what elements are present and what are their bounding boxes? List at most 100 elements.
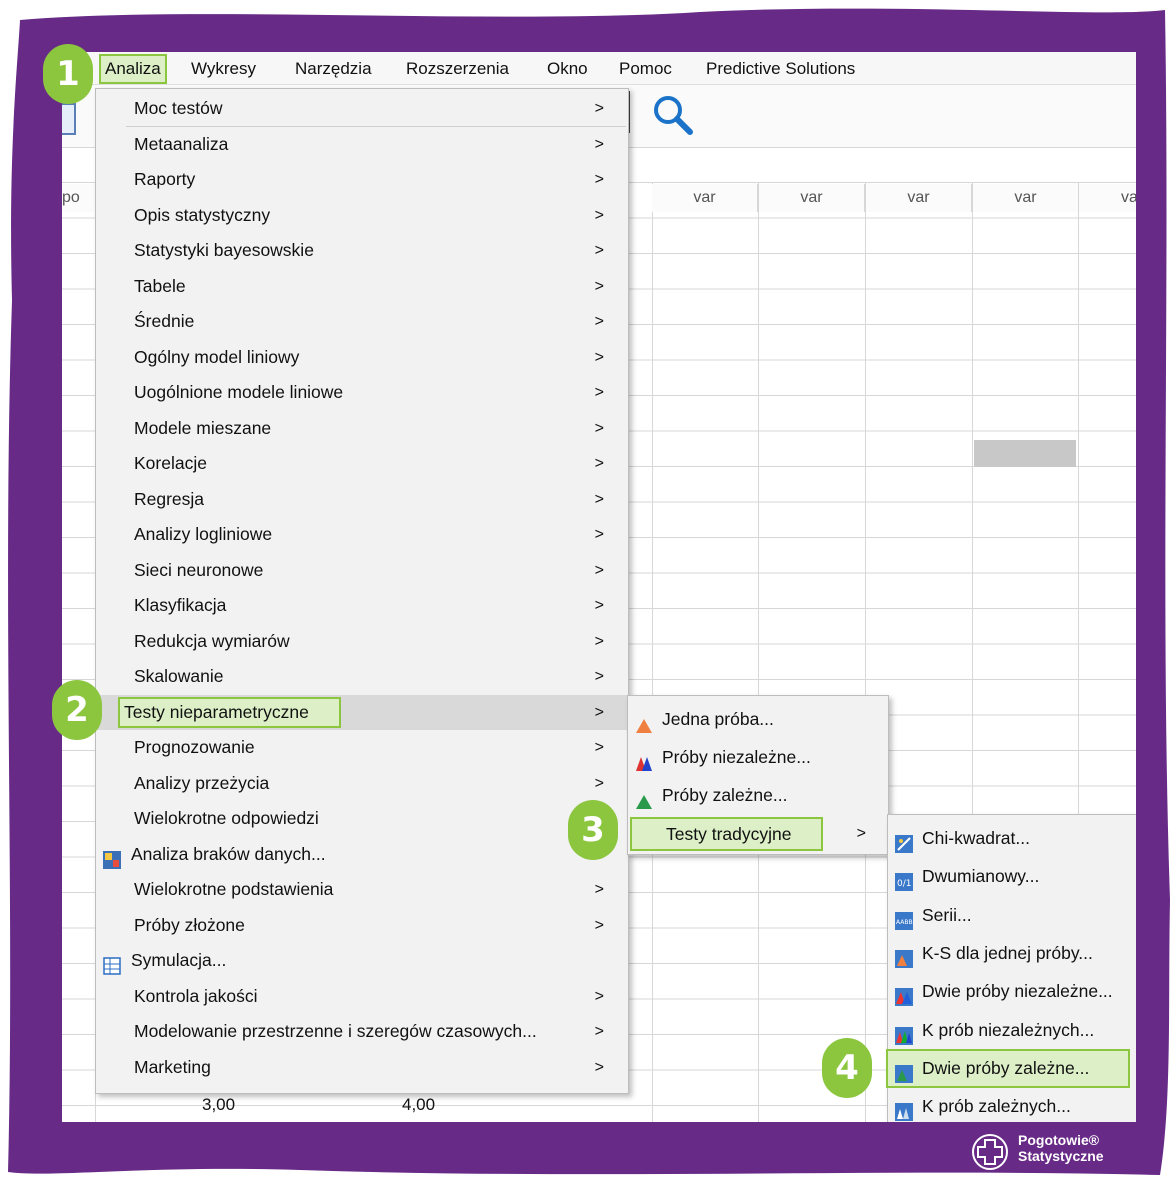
submenu-item-label: Próby niezależne... bbox=[662, 747, 811, 767]
menu-item-metaanaliza[interactable]: Metaanaliza > bbox=[96, 127, 628, 162]
menu-item-label: Sieci neuronowe bbox=[134, 559, 264, 580]
menu-item-sieci-neuronowe[interactable]: Sieci neuronowe > bbox=[96, 553, 628, 588]
submenu-item-k-prob-zaleznych[interactable]: K prób zależnych... bbox=[888, 1089, 1136, 1122]
chevron-right-icon: > bbox=[594, 384, 604, 401]
testy-nieparametryczne-submenu: Jedna próba... Próby niezależne... Próby z… bbox=[627, 695, 889, 855]
selected-cell[interactable] bbox=[974, 440, 1076, 467]
svg-text:0/1: 0/1 bbox=[897, 879, 911, 889]
menu-item-wielokrotne-odpowiedzi[interactable]: Wielokrotne odpowiedzi bbox=[96, 801, 628, 836]
menu-item-korelacje[interactable]: Korelacje > bbox=[96, 446, 628, 481]
step-badge-4: 4 bbox=[822, 1038, 872, 1098]
submenu-item-label: K-S dla jednej próby... bbox=[922, 942, 1093, 963]
menu-item-analizy-logliniowe[interactable]: Analizy logliniowe > bbox=[96, 517, 628, 552]
menu-item-klasyfikacja[interactable]: Klasyfikacja > bbox=[96, 588, 628, 623]
menu-item-statystyki-bayesowskie[interactable]: Statystyki bayesowskie > bbox=[96, 233, 628, 268]
menu-item-label: Próby złożone bbox=[134, 914, 245, 935]
submenu-item-label: K prób zależnych... bbox=[922, 1096, 1071, 1117]
chevron-right-icon: > bbox=[594, 774, 604, 792]
spss-window: po var var var var va 3,00 4,00 Analiza … bbox=[62, 52, 1136, 1122]
menu-item-label: Klasyfikacja bbox=[134, 595, 227, 615]
submenu-item-label: Dwie próby zależne... bbox=[922, 1057, 1090, 1078]
submenu-item-k-s-dla-jednej-proby[interactable]: K-S dla jednej próby... bbox=[888, 936, 1136, 971]
chevron-right-icon: > bbox=[856, 825, 866, 842]
data-file-icon[interactable] bbox=[62, 103, 76, 135]
menu-item-skalowanie[interactable]: Skalowanie > bbox=[96, 659, 628, 694]
menu-item-label: Modele mieszane bbox=[134, 417, 272, 438]
menu-item-label: Kontrola jakości bbox=[134, 985, 258, 1006]
chevron-right-icon: > bbox=[594, 348, 604, 366]
menu-item-label: Symulacja... bbox=[131, 950, 227, 970]
chevron-right-icon: > bbox=[594, 526, 604, 543]
menu-item-moc-testow[interactable]: Moc testów > bbox=[96, 91, 628, 126]
menu-item-marketing[interactable]: Marketing > bbox=[96, 1050, 628, 1085]
column-header-var[interactable]: var bbox=[759, 184, 865, 212]
column-header-var[interactable]: var bbox=[866, 184, 972, 212]
menu-item-kontrola-jakosci[interactable]: Kontrola jakości > bbox=[96, 979, 628, 1014]
menu-item-prognozowanie[interactable]: Prognozowanie > bbox=[96, 730, 628, 765]
menu-item-redukcja-wymiarow[interactable]: Redukcja wymiarów > bbox=[96, 624, 628, 659]
chevron-right-icon: > bbox=[594, 277, 604, 295]
chevron-right-icon: > bbox=[594, 1058, 604, 1076]
step-badge-2: 2 bbox=[52, 680, 102, 740]
menu-item-tabele[interactable]: Tabele > bbox=[96, 269, 628, 304]
menu-item-wielokrotne-podstawienia[interactable]: Wielokrotne podstawienia > bbox=[96, 872, 628, 907]
menu-item-srednie[interactable]: Średnie > bbox=[96, 304, 628, 339]
submenu-item-label: Dwumianowy... bbox=[922, 866, 1040, 887]
menu-item-ogolny-model-liniowy[interactable]: Ogólny model liniowy > bbox=[96, 340, 628, 375]
menu-item-proby-zlozone[interactable]: Próby złożone > bbox=[96, 908, 628, 943]
menu-analiza[interactable]: Analiza bbox=[99, 54, 167, 84]
brand-line2: Statystyczne bbox=[1018, 1148, 1104, 1164]
menu-predictive-solutions[interactable]: Predictive Solutions bbox=[702, 58, 859, 80]
search-icon[interactable] bbox=[650, 93, 700, 137]
chevron-right-icon: > bbox=[594, 490, 604, 508]
menu-item-analiza-brakow-danych[interactable]: Analiza braków danych... bbox=[96, 837, 628, 872]
runs-icon: AABB bbox=[895, 907, 913, 930]
menu-item-regresja[interactable]: Regresja > bbox=[96, 482, 628, 517]
column-header-var[interactable]: var bbox=[973, 184, 1079, 212]
menu-wykresy[interactable]: Wykresy bbox=[187, 58, 260, 80]
menu-pomoc[interactable]: Pomoc bbox=[615, 58, 676, 80]
submenu-item-dwie-proby-zalezne[interactable]: Dwie próby zależne... bbox=[886, 1048, 1130, 1088]
column-header-var[interactable]: var bbox=[652, 184, 758, 212]
chevron-right-icon: > bbox=[594, 739, 604, 756]
column-header-var[interactable]: va bbox=[1079, 184, 1136, 212]
chevron-right-icon: > bbox=[594, 1023, 604, 1040]
menu-item-label: Analizy logliniowe bbox=[134, 524, 273, 544]
submenu-item-serii[interactable]: AABB Serii... bbox=[888, 898, 1136, 933]
chevron-right-icon: > bbox=[594, 100, 604, 117]
chevron-right-icon: > bbox=[594, 632, 604, 650]
cell-value[interactable]: 3,00 bbox=[202, 1095, 235, 1115]
chevron-right-icon: > bbox=[594, 242, 604, 259]
menu-item-opis-statystyczny[interactable]: Opis statystyczny > bbox=[96, 198, 628, 233]
menu-item-symulacja[interactable]: Symulacja... bbox=[96, 943, 628, 978]
menu-item-label: Prognozowanie bbox=[134, 737, 255, 757]
submenu-item-jedna-proba[interactable]: Jedna próba... bbox=[628, 702, 888, 737]
menu-item-modelowanie-przestrzenne-i-szeregow-czasowych[interactable]: Modelowanie przestrzenne i szeregów czas… bbox=[96, 1014, 628, 1049]
k-related-icon bbox=[895, 1098, 913, 1122]
submenu-item-testy-tradycyjne[interactable]: Testy tradycyjne > bbox=[628, 816, 888, 851]
cell-value[interactable]: 4,00 bbox=[402, 1095, 435, 1115]
submenu-item-proby-niezalezne[interactable]: Próby niezależne... bbox=[628, 740, 888, 775]
chevron-right-icon: > bbox=[594, 881, 604, 898]
menu-item-label: Regresja bbox=[134, 488, 205, 509]
menu-narzedzia[interactable]: Narzędzia bbox=[291, 58, 376, 80]
submenu-item-label: K prób niezależnych... bbox=[922, 1019, 1095, 1040]
submenu-item-chi-kwadrat[interactable]: Chi-kwadrat... bbox=[888, 821, 1136, 856]
menu-item-label: Ogólny model liniowy bbox=[134, 346, 300, 367]
menu-item-testy-nieparametryczne[interactable]: Testy nieparametryczne > bbox=[96, 694, 628, 730]
submenu-item-proby-zalezne[interactable]: Próby zależne... bbox=[628, 778, 888, 813]
menu-item-label: Statystyki bayesowskie bbox=[134, 240, 314, 260]
step-badge-1: 1 bbox=[43, 44, 93, 104]
chevron-right-icon: > bbox=[594, 455, 604, 472]
menu-item-raporty[interactable]: Raporty > bbox=[96, 162, 628, 197]
submenu-item-dwumianowy[interactable]: 0/1 Dwumianowy... bbox=[888, 859, 1136, 894]
column-header-po[interactable]: po bbox=[62, 184, 96, 212]
menu-rozszerzenia[interactable]: Rozszerzenia bbox=[402, 58, 513, 80]
menu-item-label: Analiza braków danych... bbox=[131, 843, 326, 864]
menu-item-analizy-przezycia[interactable]: Analizy przeżycia > bbox=[96, 766, 628, 801]
menu-item-modele-mieszane[interactable]: Modele mieszane > bbox=[96, 411, 628, 446]
menu-okno[interactable]: Okno bbox=[543, 58, 592, 80]
submenu-item-dwie-proby-niezalezne[interactable]: Dwie próby niezależne... bbox=[888, 974, 1136, 1009]
menu-item-uogolnione-modele-liniowe[interactable]: Uogólnione modele liniowe > bbox=[96, 375, 628, 410]
submenu-item-k-prob-niezaleznych[interactable]: K prób niezależnych... bbox=[888, 1013, 1136, 1048]
